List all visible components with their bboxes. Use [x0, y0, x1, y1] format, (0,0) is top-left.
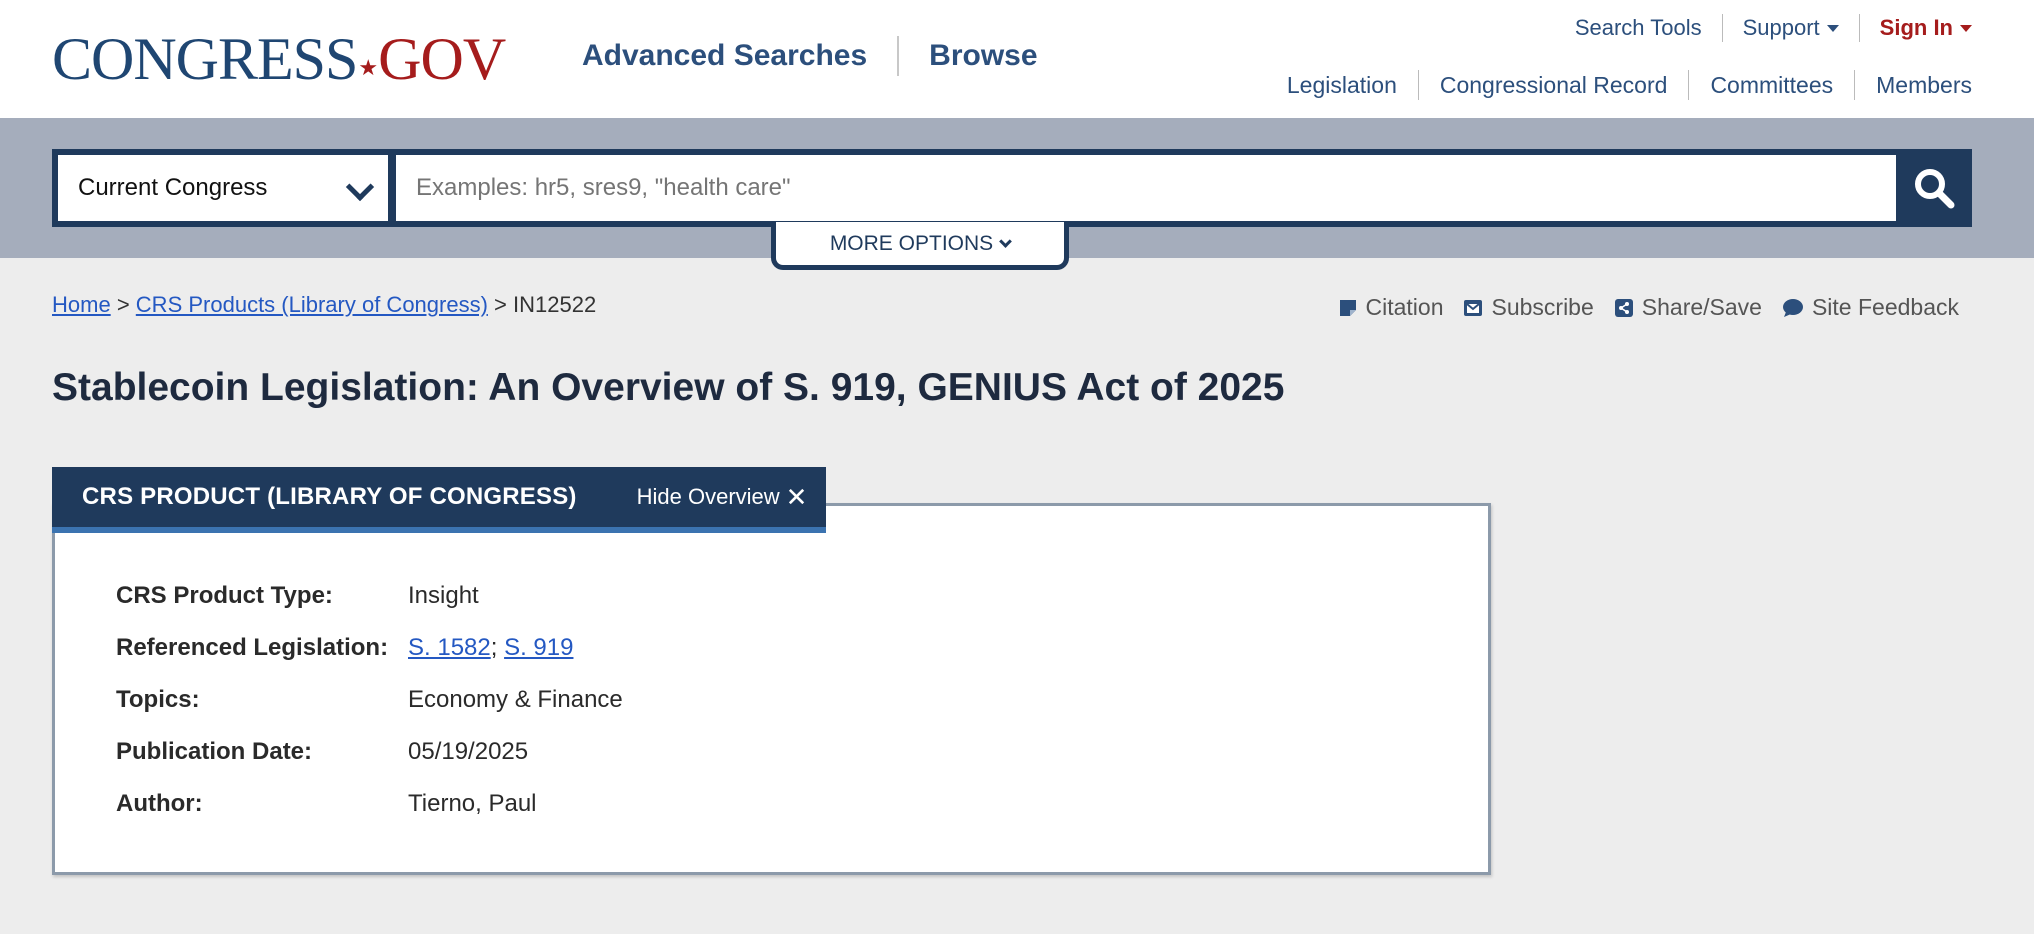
- search-icon: [1915, 169, 1955, 209]
- speech-bubble-icon: [1782, 298, 1803, 317]
- legislation-link-s1582[interactable]: S. 1582: [408, 634, 491, 661]
- author-value: Tierno, Paul: [408, 790, 537, 817]
- site-feedback-label: Site Feedback: [1811, 294, 1959, 320]
- legislation-link[interactable]: Legislation: [1287, 72, 1397, 99]
- page-title: Stablecoin Legislation: An Overview of S…: [52, 366, 1285, 409]
- utility-divider: [1721, 14, 1723, 42]
- legislation-separator: ;: [490, 634, 498, 661]
- caret-down-icon: [1960, 25, 1972, 32]
- row-label: Author:: [116, 790, 203, 817]
- share-save-label: Share/Save: [1641, 294, 1762, 320]
- committees-link[interactable]: Committees: [1710, 72, 1833, 99]
- main-nav: Advanced Searches Browse: [582, 36, 1038, 76]
- overview-row-product-type: CRS Product Type: Insight: [116, 570, 623, 622]
- overview-row-legislation: Referenced Legislation: S. 1582; S. 919: [116, 622, 623, 674]
- legislation-value: S. 1582; S. 919: [408, 634, 573, 662]
- chevron-down-icon: [999, 234, 1013, 248]
- subnav-divider: [1417, 70, 1419, 100]
- overview-table: CRS Product Type: Insight Referenced Leg…: [116, 570, 623, 830]
- logo-main: CONGRESS: [52, 26, 358, 92]
- envelope-icon: [1464, 299, 1483, 316]
- row-label: Topics:: [116, 686, 200, 713]
- chevron-down-icon: [345, 172, 375, 202]
- search-input[interactable]: [396, 155, 1896, 221]
- congressional-record-link[interactable]: Congressional Record: [1440, 72, 1668, 99]
- row-label: Referenced Legislation:: [116, 634, 389, 661]
- search-box: Current Congress: [52, 149, 1972, 227]
- breadcrumb-separator: >: [116, 292, 130, 317]
- overview-row-topics: Topics: Economy & Finance: [116, 674, 623, 726]
- overview-row-author: Author: Tierno, Paul: [116, 778, 623, 830]
- site-header: CONGRESS★GOV Advanced Searches Browse Se…: [0, 0, 2034, 118]
- utility-nav: Search Tools Support Sign In: [1575, 14, 1972, 42]
- advanced-searches-link[interactable]: Advanced Searches: [582, 39, 867, 73]
- share-icon: [1614, 298, 1633, 317]
- subscribe-button[interactable]: Subscribe: [1463, 294, 1594, 321]
- caret-down-icon: [1826, 25, 1839, 32]
- publication-date-value: 05/19/2025: [408, 738, 529, 765]
- row-label: CRS Product Type:: [116, 582, 333, 609]
- nav-divider: [897, 36, 900, 76]
- product-type-value: Insight: [408, 582, 479, 609]
- hide-overview-label: Hide Overview: [636, 484, 780, 509]
- sign-in-label: Sign In: [1879, 15, 1953, 40]
- more-options-label: MORE OPTIONS: [829, 231, 994, 255]
- subscribe-label: Subscribe: [1491, 294, 1594, 320]
- breadcrumb-crs-link[interactable]: CRS Products (Library of Congress): [136, 292, 488, 317]
- site-feedback-button[interactable]: Site Feedback: [1782, 294, 1959, 321]
- logo-suffix: GOV: [378, 26, 506, 92]
- breadcrumb-home-link[interactable]: Home: [52, 292, 111, 317]
- congress-gov-logo[interactable]: CONGRESS★GOV: [52, 26, 506, 99]
- overview-tab-title: CRS PRODUCT (LIBRARY OF CONGRESS): [82, 483, 577, 510]
- browse-link[interactable]: Browse: [929, 39, 1037, 73]
- collection-nav: Legislation Congressional Record Committ…: [1287, 70, 1972, 100]
- topics-value: Economy & Finance: [408, 686, 623, 713]
- breadcrumb-separator: >: [494, 292, 507, 317]
- utility-divider: [1858, 14, 1860, 42]
- search-button[interactable]: [1896, 149, 1972, 227]
- breadcrumb: Home > CRS Products (Library of Congress…: [52, 292, 596, 318]
- support-menu[interactable]: Support: [1743, 15, 1839, 41]
- row-label: Publication Date:: [116, 738, 313, 765]
- citation-icon: [1339, 299, 1356, 316]
- subnav-divider: [1854, 70, 1856, 100]
- search-tools-link[interactable]: Search Tools: [1575, 15, 1702, 41]
- congress-select-value: Current Congress: [78, 174, 268, 201]
- more-options-toggle[interactable]: MORE OPTIONS: [771, 222, 1069, 270]
- members-link[interactable]: Members: [1876, 72, 1972, 99]
- congress-select[interactable]: Current Congress: [58, 155, 388, 221]
- overview-row-publication-date: Publication Date: 05/19/2025: [116, 726, 623, 778]
- subnav-divider: [1688, 70, 1690, 100]
- share-save-button[interactable]: Share/Save: [1614, 294, 1762, 321]
- close-icon: ✕: [785, 481, 808, 512]
- citation-button[interactable]: Citation: [1338, 294, 1444, 321]
- hide-overview-button[interactable]: Hide Overview ✕: [637, 482, 808, 513]
- legislation-link-s919[interactable]: S. 919: [504, 634, 573, 661]
- sign-in-menu[interactable]: Sign In: [1880, 15, 1972, 41]
- support-label: Support: [1742, 15, 1820, 40]
- page-tools: Citation Subscribe Share/Save Site Feedb…: [1318, 294, 1959, 321]
- breadcrumb-current: IN12522: [513, 292, 597, 317]
- overview-tab: CRS PRODUCT (LIBRARY OF CONGRESS) Hide O…: [52, 467, 826, 533]
- logo-star-icon: ★: [358, 55, 378, 80]
- citation-label: Citation: [1365, 294, 1444, 320]
